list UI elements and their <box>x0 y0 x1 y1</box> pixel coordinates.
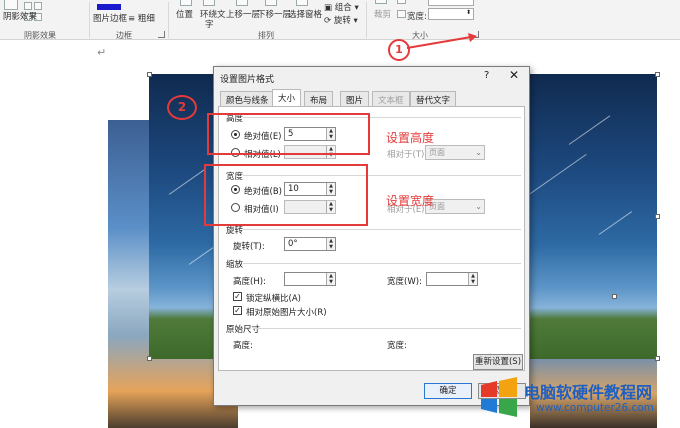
wrap-text-button-line2: 字 <box>205 20 214 30</box>
group-label-border: 边框 <box>116 31 132 40</box>
section-divider <box>253 328 521 329</box>
shadow-effects-button[interactable]: 阴影效果 <box>3 10 37 22</box>
star-streak <box>568 115 611 145</box>
rotate-label: 旋转 <box>333 16 351 26</box>
shadow-nudge-icon[interactable] <box>34 2 42 10</box>
group-label: 组合 <box>334 3 352 13</box>
star-streak <box>528 153 587 195</box>
crop-button[interactable]: 裁剪 <box>374 8 391 20</box>
height-relative-to-value: 页面 <box>429 148 445 157</box>
close-button[interactable]: ✕ <box>509 68 519 82</box>
set-height-annotation: 设置高度 <box>386 131 435 145</box>
selection-pane-button[interactable]: 选择窗格 <box>288 8 322 20</box>
position-icon[interactable] <box>180 0 192 6</box>
group-label-arrange: 排列 <box>258 31 274 40</box>
tab-picture[interactable]: 图片 <box>340 91 370 106</box>
scale-width-input[interactable]: ▲ ▼ <box>426 272 478 286</box>
width-input[interactable]: ⬍ <box>428 8 474 20</box>
height-icon <box>397 0 406 4</box>
wrap-text-icon[interactable] <box>203 0 215 6</box>
watermark-logo <box>481 377 517 417</box>
ribbon-separator <box>89 2 90 38</box>
scale-height-input[interactable]: ▲ ▼ <box>284 272 336 286</box>
section-divider <box>243 229 521 230</box>
star-streak <box>168 168 207 195</box>
rotation-label: 旋转(T): <box>233 242 265 252</box>
border-style-label: 粗细 <box>137 14 155 24</box>
ribbon: 阴影效果 阴影效果 图片边框 ≡ 粗细 边框 位置 环绕文 字 上移一层 下移一… <box>0 0 680 40</box>
height-input[interactable] <box>428 0 474 6</box>
annotation-circle-2: 2 <box>167 95 197 120</box>
send-backward-button[interactable]: 下移一层 <box>257 8 291 20</box>
lock-aspect-label: 锁定纵横比(A) <box>246 294 301 304</box>
group-label-shadow-effects: 阴影效果 <box>24 31 56 40</box>
set-width-annotation: 设置宽度 <box>386 194 435 208</box>
original-width-label: 宽度: <box>387 341 407 351</box>
resize-handle[interactable] <box>147 72 152 77</box>
bring-forward-icon[interactable] <box>236 0 248 6</box>
border-color-swatch[interactable] <box>97 4 121 10</box>
border-dialog-launcher[interactable] <box>158 31 165 38</box>
rotation-value: 0° <box>288 239 298 249</box>
height-relative-to-select[interactable]: 页面 ⌄ <box>425 145 485 160</box>
chevron-down-icon: ⌄ <box>475 202 482 211</box>
rotate-button[interactable]: ⟳ 旋转 ▾ <box>324 14 358 26</box>
help-button[interactable]: ? <box>484 70 489 81</box>
relative-original-checkbox[interactable]: ✓ <box>233 306 242 315</box>
selection-pane-icon[interactable] <box>296 0 308 6</box>
resize-handle[interactable] <box>655 214 660 219</box>
height-highlight-box <box>207 113 370 155</box>
reset-button[interactable]: 重新设置(S) <box>473 354 523 370</box>
paragraph-mark: ↵ <box>97 46 107 59</box>
scale-height-label: 高度(H): <box>233 277 266 287</box>
annotation-arrow <box>406 33 477 49</box>
relative-original-label: 相对原始图片大小(R) <box>246 308 327 318</box>
spin-arrows-icon[interactable]: ⬍ <box>466 9 471 16</box>
ok-button[interactable]: 确定 <box>424 383 472 399</box>
tab-colors-lines[interactable]: 颜色与线条 <box>220 91 275 106</box>
width-icon <box>397 10 406 18</box>
tab-textbox[interactable]: 文本框 <box>372 91 410 106</box>
scale-width-label: 宽度(W): <box>387 277 422 287</box>
spin-buttons-icon[interactable]: ▲ ▼ <box>326 238 335 250</box>
tab-size[interactable]: 大小 <box>272 89 302 107</box>
spin-buttons-icon[interactable]: ▲ ▼ <box>326 273 335 285</box>
border-style-button[interactable]: ≡ 粗细 <box>128 12 155 24</box>
resize-handle[interactable] <box>655 72 660 77</box>
rotation-input[interactable]: 0° ▲ ▼ <box>284 237 336 251</box>
send-backward-icon[interactable] <box>265 0 277 6</box>
position-button[interactable]: 位置 <box>176 8 193 20</box>
dialog-title: 设置图片格式 <box>220 75 275 85</box>
bring-forward-button[interactable]: 上移一层 <box>226 8 260 20</box>
width-highlight-box <box>204 164 368 226</box>
chevron-down-icon: ⌄ <box>475 148 482 157</box>
resize-handle[interactable] <box>147 356 152 361</box>
crop-icon[interactable] <box>375 0 387 4</box>
star-streak <box>598 211 633 235</box>
ribbon-separator <box>168 2 169 38</box>
watermark-text: 电脑软硬件教程网 <box>524 383 653 402</box>
shadow-nudge-icon[interactable] <box>24 2 32 10</box>
original-size-section-title: 原始尺寸 <box>226 325 261 335</box>
scale-section-title: 缩放 <box>226 260 244 270</box>
width-label: 宽度: <box>407 12 427 22</box>
ribbon-separator <box>366 2 367 38</box>
spin-buttons-icon[interactable]: ▲ ▼ <box>468 273 477 285</box>
tab-layout[interactable]: 布局 <box>304 91 334 106</box>
picture-border-button[interactable]: 图片边框 <box>93 12 127 24</box>
watermark-url: www.computer26.com <box>536 402 654 414</box>
shadow-effects-icon[interactable] <box>4 0 18 10</box>
tab-alt-text[interactable]: 替代文字 <box>410 91 457 106</box>
original-height-label: 高度: <box>233 341 253 351</box>
lock-aspect-checkbox[interactable]: ✓ <box>233 292 242 301</box>
group-button[interactable]: ▣ 组合 ▾ <box>324 1 359 13</box>
height-relative-to-label: 相对于(T) <box>387 150 425 160</box>
resize-handle[interactable] <box>655 356 660 361</box>
section-divider <box>243 263 521 264</box>
resize-handle[interactable] <box>612 294 617 299</box>
